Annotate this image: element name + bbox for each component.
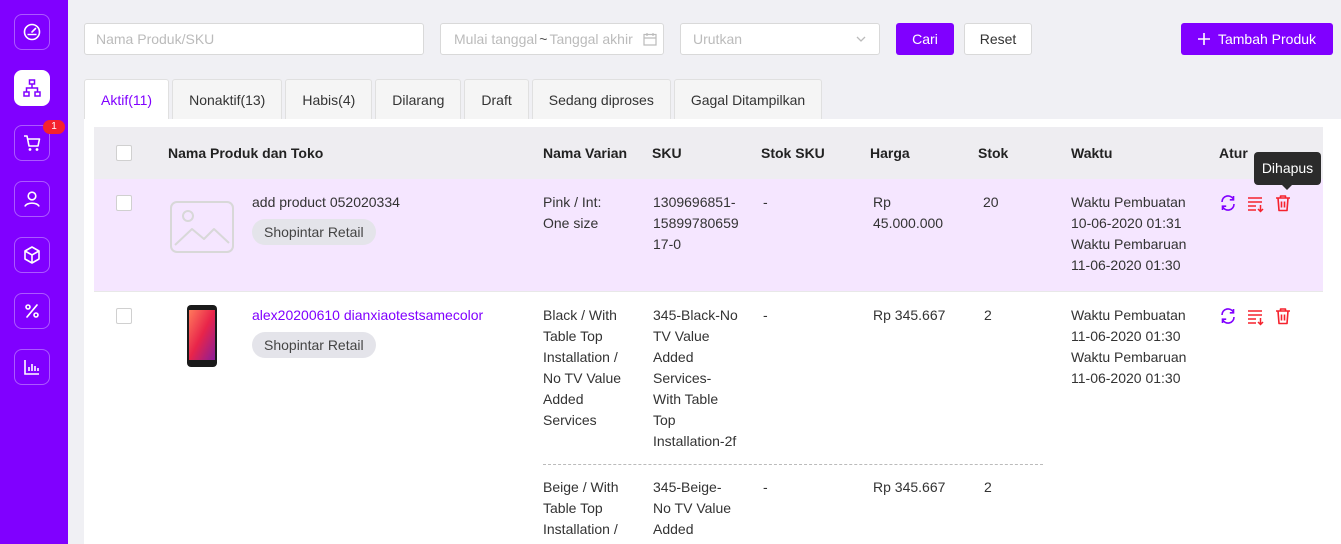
tab-nonaktif[interactable]: Nonaktif(13) [172, 79, 283, 119]
updated-time: 11-06-2020 01:30 [1071, 257, 1181, 273]
created-label: Waktu Pembuatan [1071, 194, 1186, 210]
variant-name: Black / With Table Top Installation / No… [543, 307, 622, 428]
store-tag: Shopintar Retail [252, 332, 376, 358]
sku-stock-value: - [763, 194, 768, 210]
header-time: Waktu [1071, 145, 1113, 161]
updated-label: Waktu Pembaruan [1071, 236, 1187, 252]
updated-label: Waktu Pembaruan [1071, 349, 1187, 365]
sitemap-icon [23, 79, 41, 97]
variant-name: Pink / Int: One size [543, 194, 602, 231]
calendar-icon [643, 33, 657, 46]
price-value: Rp 345.667 [873, 307, 946, 323]
header-sku: SKU [652, 145, 682, 161]
stock-value: 20 [983, 194, 999, 210]
tab-habis[interactable]: Habis(4) [285, 79, 373, 119]
trash-icon[interactable] [1274, 307, 1292, 325]
search-button[interactable]: Cari [896, 23, 954, 55]
sku-value: 345-Beige- No TV Value Added [653, 479, 732, 537]
price-value: Rp 345.667 [873, 479, 946, 495]
cart-icon [24, 135, 41, 151]
nav-orders[interactable]: 1 [14, 120, 65, 161]
bar-chart-icon [24, 360, 39, 375]
updated-time: 11-06-2020 01:30 [1071, 370, 1181, 386]
status-tabs: Aktif(11) Nonaktif(13) Habis(4) Dilarang… [84, 79, 823, 119]
nav-inventory[interactable] [14, 237, 50, 273]
tab-draft[interactable]: Draft [464, 79, 529, 119]
price-value: Rp 45.000.000 [873, 194, 944, 231]
header-variant: Nama Varian [543, 145, 628, 161]
sku-value: 345-Black-No TV Value Added Services- Wi… [653, 307, 738, 449]
percent-icon [25, 304, 39, 318]
table-row: add product 052020334 Shopintar Retail P… [94, 179, 1323, 292]
created-time: 10-06-2020 01:31 [1071, 215, 1182, 231]
image-placeholder-icon [170, 201, 234, 253]
dashboard-icon [23, 23, 41, 41]
sync-icon[interactable] [1219, 307, 1237, 325]
box-icon [24, 246, 40, 264]
stock-value: 2 [984, 479, 992, 495]
date-range-picker[interactable]: Mulai tanggal ~ Tanggal akhir [440, 23, 664, 55]
date-end-placeholder: Tanggal akhir [549, 31, 633, 47]
created-label: Waktu Pembuatan [1071, 307, 1186, 323]
header-actions: Atur [1219, 145, 1248, 161]
tab-aktif[interactable]: Aktif(11) [84, 79, 170, 119]
main-content: Mulai tanggal ~ Tanggal akhir Urutkan Ca… [68, 0, 1341, 544]
sku-stock-value: - [763, 479, 768, 495]
tab-dilarang[interactable]: Dilarang [375, 79, 462, 119]
header-product: Nama Produk dan Toko [168, 145, 324, 161]
table-header: Nama Produk dan Toko Nama Varian SKU Sto… [94, 127, 1323, 179]
trash-icon[interactable] [1274, 194, 1292, 212]
nav-promotions[interactable] [14, 293, 50, 329]
tab-sedang-diproses[interactable]: Sedang diproses [531, 79, 671, 119]
date-separator: ~ [539, 31, 548, 47]
variant-name: Beige / With Table Top Installation / [543, 479, 619, 537]
add-product-button[interactable]: Tambah Produk [1181, 23, 1333, 55]
sku-stock-value: - [763, 307, 768, 323]
product-name-link[interactable]: alex20200610 dianxiaotestsamecolor [252, 307, 483, 323]
search-input[interactable] [96, 24, 412, 54]
row-checkbox[interactable] [116, 308, 132, 324]
cart-badge: 1 [43, 120, 65, 134]
tab-gagal-ditampilkan[interactable]: Gagal Ditampilkan [673, 79, 823, 119]
product-name: add product 052020334 [252, 194, 400, 210]
store-tag: Shopintar Retail [252, 219, 376, 245]
sync-icon[interactable] [1219, 194, 1237, 212]
stock-value: 2 [984, 307, 992, 323]
sidebar: 1 [0, 0, 68, 544]
edit-list-icon[interactable] [1247, 308, 1265, 326]
sort-placeholder: Urutkan [693, 31, 743, 47]
nav-customers[interactable] [14, 181, 50, 217]
nav-products[interactable] [14, 70, 50, 106]
variant-divider [543, 464, 1043, 465]
sku-value: 1309696851- 15899780659 17-0 [653, 194, 739, 252]
chevron-down-icon [856, 36, 866, 42]
user-icon [24, 191, 40, 207]
delete-tooltip: Dihapus [1254, 152, 1321, 190]
search-field[interactable] [84, 23, 424, 55]
nav-reports[interactable] [14, 349, 50, 385]
plus-icon [1197, 33, 1210, 45]
header-stock: Stok [978, 145, 1009, 161]
row-checkbox[interactable] [116, 195, 132, 211]
add-product-label: Tambah Produk [1217, 31, 1317, 47]
select-all-checkbox[interactable] [116, 145, 132, 161]
reset-button[interactable]: Reset [964, 23, 1032, 55]
edit-list-icon[interactable] [1247, 195, 1265, 213]
header-price: Harga [870, 145, 910, 161]
header-sku-stock: Stok SKU [761, 145, 825, 161]
date-start-placeholder: Mulai tanggal [454, 31, 538, 47]
product-table: Nama Produk dan Toko Nama Varian SKU Sto… [84, 119, 1341, 544]
nav-dashboard[interactable] [14, 14, 50, 50]
sort-select[interactable]: Urutkan [680, 23, 880, 55]
created-time: 11-06-2020 01:30 [1071, 328, 1181, 344]
table-row: alex20200610 dianxiaotestsamecolor Shopi… [94, 292, 1323, 544]
product-thumbnail[interactable] [170, 304, 234, 368]
